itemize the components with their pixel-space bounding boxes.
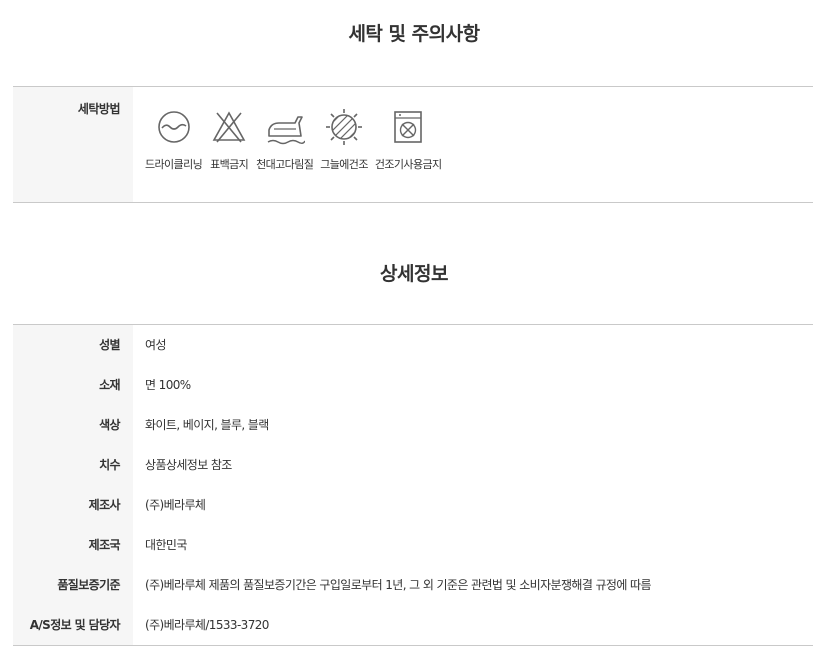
care-item-label: 표백금지 — [210, 158, 249, 171]
detail-value: 상품상세정보 참조 — [145, 458, 232, 472]
detail-value: 화이트, 베이지, 블루, 블랙 — [145, 418, 269, 432]
detail-value: (주)베라루체 — [145, 498, 206, 512]
care-item-label: 건조기사용금지 — [374, 158, 442, 171]
detail-label: 성별 — [13, 325, 133, 365]
table-row: 제조국 대한민국 — [13, 525, 813, 565]
no-bleach-icon — [212, 111, 246, 143]
detail-label: 제조사 — [13, 485, 133, 525]
table-row: 제조사 (주)베라루체 — [13, 485, 813, 525]
table-row: 치수 상품상세정보 참조 — [13, 445, 813, 485]
detail-label: 품질보증기준 — [13, 565, 133, 605]
care-icons-list: 드라이클리닝 표백금지 천대고다림질 그늘에건조 건조기사용금지 — [133, 87, 813, 202]
care-item-iron: 천대고다림질 — [256, 107, 314, 202]
care-item-label: 천대고다림질 — [256, 158, 314, 171]
detail-label: 치수 — [13, 445, 133, 485]
detail-value: 여성 — [145, 338, 166, 352]
table-row: 소재 면 100% — [13, 365, 813, 405]
table-row: 성별 여성 — [13, 325, 813, 365]
care-item-label: 드라이클리닝 — [145, 158, 203, 171]
care-item-label: 그늘에건조 — [320, 158, 368, 171]
detail-table: 성별 여성 소재 면 100% 색상 화이트, 베이지, 블루, 블랙 치수 상… — [13, 324, 813, 646]
table-row: 색상 화이트, 베이지, 블루, 블랙 — [13, 405, 813, 445]
no-tumble-dry-icon — [394, 111, 422, 143]
detail-label: 소재 — [13, 365, 133, 405]
care-row-label: 세탁방법 — [13, 87, 133, 202]
detail-value: (주)베라루체 제품의 품질보증기간은 구입일로부터 1년, 그 외 기준은 관… — [145, 578, 652, 592]
care-item-no-bleach: 표백금지 — [209, 107, 249, 202]
detail-value: 면 100% — [145, 378, 191, 392]
care-item-dry-clean: 드라이클리닝 — [145, 107, 203, 202]
detail-value: 대한민국 — [145, 538, 187, 552]
care-item-no-tumble-dry: 건조기사용금지 — [375, 107, 442, 202]
detail-label: 색상 — [13, 405, 133, 445]
care-table: 세탁방법 드라이클리닝 표백금지 천대고다림질 그늘에건조 건조기사용금지 — [13, 86, 813, 203]
dry-clean-icon — [157, 111, 190, 143]
iron-icon — [267, 116, 305, 145]
detail-value: (주)베라루체/1533-3720 — [145, 618, 269, 632]
table-row: 품질보증기준 (주)베라루체 제품의 품질보증기간은 구입일로부터 1년, 그 … — [13, 565, 813, 605]
shade-dry-icon — [326, 109, 363, 145]
care-section-title: 세탁 및 주의사항 — [348, 23, 480, 45]
table-row: A/S정보 및 담당자 (주)베라루체/1533-3720 — [13, 605, 813, 645]
detail-label: 제조국 — [13, 525, 133, 565]
detail-section-title: 상세정보 — [380, 263, 448, 285]
detail-label: A/S정보 및 담당자 — [13, 605, 133, 645]
care-item-shade-dry: 그늘에건조 — [320, 107, 368, 202]
